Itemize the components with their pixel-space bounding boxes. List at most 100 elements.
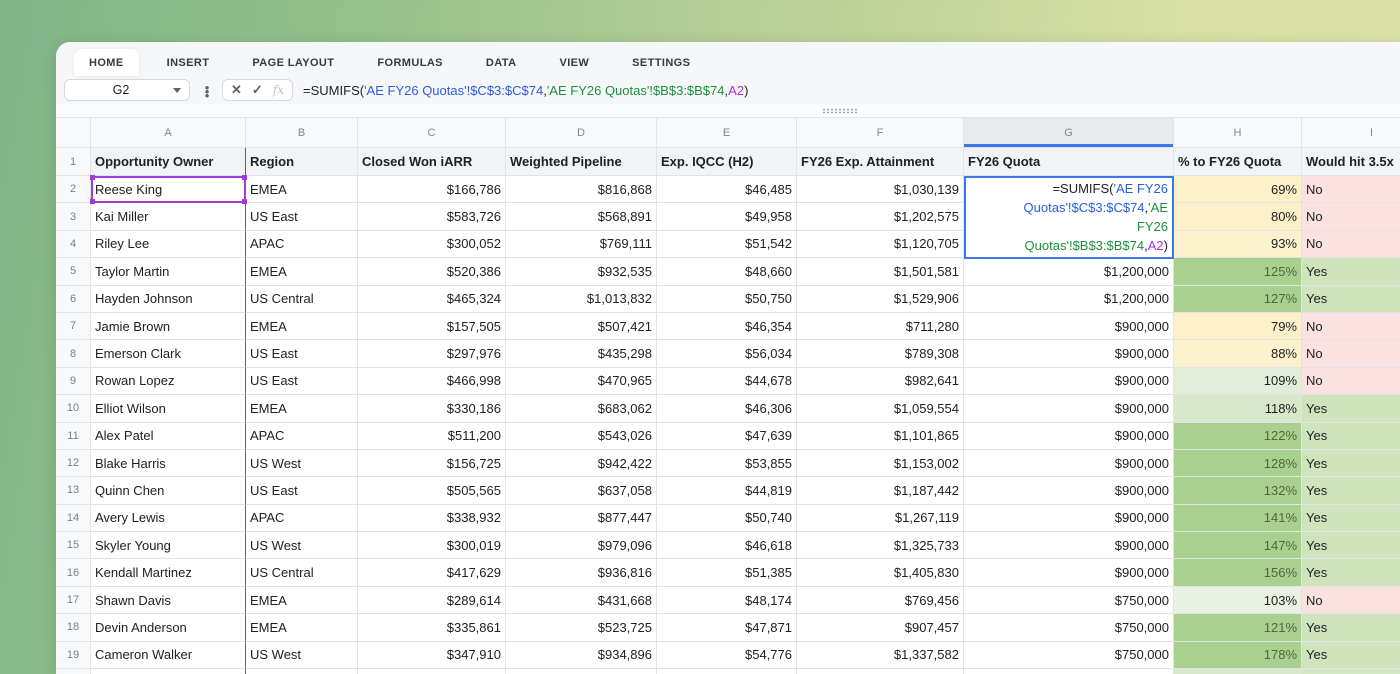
column-header-f[interactable]: F [797,118,964,148]
cell-d19[interactable]: $934,896 [506,642,657,669]
cell-a6[interactable]: Hayden Johnson [91,286,246,313]
cell-d18[interactable]: $523,725 [506,614,657,641]
ribbon-tab-page-layout[interactable]: PAGE LAYOUT [237,49,349,76]
cell-d3[interactable]: $568,891 [506,203,657,230]
row-header-15[interactable]: 15 [56,532,91,559]
cell-c2[interactable]: $166,786 [358,176,506,203]
cell-a7[interactable]: Jamie Brown [91,313,246,340]
cell-f6[interactable]: $1,529,906 [797,286,964,313]
cell-d14[interactable]: $877,447 [506,505,657,532]
cell-h16[interactable]: 156% [1174,559,1302,586]
cell-e9[interactable]: $44,678 [657,368,797,395]
cell-f2[interactable]: $1,030,139 [797,176,964,203]
cell-f8[interactable]: $789,308 [797,340,964,367]
row-header-blank[interactable] [56,669,91,674]
cell-b7[interactable]: EMEA [246,313,358,340]
cell-i10[interactable]: Yes [1302,395,1400,422]
column-header-c[interactable]: C [358,118,506,148]
cell-a4[interactable]: Riley Lee [91,231,246,258]
cell-h6[interactable]: 127% [1174,286,1302,313]
cell-a16[interactable]: Kendall Martinez [91,559,246,586]
row-header-14[interactable]: 14 [56,505,91,532]
cell-c3[interactable]: $583,726 [358,203,506,230]
cell-i8[interactable]: No [1302,340,1400,367]
cell-a10[interactable]: Elliot Wilson [91,395,246,422]
cell-h10[interactable]: 118% [1174,395,1302,422]
cell-i12[interactable]: Yes [1302,450,1400,477]
cell-g17[interactable]: $750,000 [964,587,1174,614]
row-header-1[interactable]: 1 [56,148,91,176]
cell-e8[interactable]: $56,034 [657,340,797,367]
chevron-down-icon[interactable] [173,88,181,93]
cell-a5[interactable]: Taylor Martin [91,258,246,285]
cell-f18[interactable]: $907,457 [797,614,964,641]
cell-h7[interactable]: 79% [1174,313,1302,340]
header-cell-c1[interactable]: Closed Won iARR [358,148,506,176]
cell-ax[interactable] [91,669,246,674]
cell-a11[interactable]: Alex Patel [91,423,246,450]
ribbon-tab-formulas[interactable]: FORMULAS [362,49,458,76]
cell-f17[interactable]: $769,456 [797,587,964,614]
cell-h15[interactable]: 147% [1174,532,1302,559]
cell-f4[interactable]: $1,120,705 [797,231,964,258]
cell-c8[interactable]: $297,976 [358,340,506,367]
name-box[interactable]: G2 [64,79,190,101]
cell-h12[interactable]: 128% [1174,450,1302,477]
cell-d11[interactable]: $543,026 [506,423,657,450]
column-header-b[interactable]: B [246,118,358,148]
cell-c13[interactable]: $505,565 [358,477,506,504]
confirm-formula-icon[interactable]: ✓ [252,82,263,98]
cell-d10[interactable]: $683,062 [506,395,657,422]
cell-f12[interactable]: $1,153,002 [797,450,964,477]
cell-g18[interactable]: $750,000 [964,614,1174,641]
cell-d5[interactable]: $932,535 [506,258,657,285]
cell-b5[interactable]: EMEA [246,258,358,285]
column-header-e[interactable]: E [657,118,797,148]
cell-d17[interactable]: $431,668 [506,587,657,614]
cell-d6[interactable]: $1,013,832 [506,286,657,313]
column-header-g[interactable]: G [964,118,1174,148]
row-header-5[interactable]: 5 [56,258,91,285]
column-header-d[interactable]: D [506,118,657,148]
cell-c18[interactable]: $335,861 [358,614,506,641]
row-header-13[interactable]: 13 [56,477,91,504]
cell-g13[interactable]: $900,000 [964,477,1174,504]
row-header-12[interactable]: 12 [56,450,91,477]
ribbon-tab-view[interactable]: VIEW [544,49,604,76]
cell-d16[interactable]: $936,816 [506,559,657,586]
cell-c9[interactable]: $466,998 [358,368,506,395]
cell-i6[interactable]: Yes [1302,286,1400,313]
cell-d7[interactable]: $507,421 [506,313,657,340]
cell-f5[interactable]: $1,501,581 [797,258,964,285]
cell-h17[interactable]: 103% [1174,587,1302,614]
header-cell-i1[interactable]: Would hit 3.5x [1302,148,1400,176]
cell-b16[interactable]: US Central [246,559,358,586]
cell-e5[interactable]: $48,660 [657,258,797,285]
cell-a12[interactable]: Blake Harris [91,450,246,477]
cell-i16[interactable]: Yes [1302,559,1400,586]
cell-i3[interactable]: No [1302,203,1400,230]
cell-f14[interactable]: $1,267,119 [797,505,964,532]
drag-handle-icon[interactable] [822,108,858,114]
cell-g16[interactable]: $900,000 [964,559,1174,586]
cell-b4[interactable]: APAC [246,231,358,258]
column-header-a[interactable]: A [91,118,246,148]
cell-i14[interactable]: Yes [1302,505,1400,532]
cancel-formula-icon[interactable]: ✕ [231,82,242,98]
cell-h11[interactable]: 122% [1174,423,1302,450]
cell-g11[interactable]: $900,000 [964,423,1174,450]
cell-e17[interactable]: $48,174 [657,587,797,614]
row-header-16[interactable]: 16 [56,559,91,586]
cell-a3[interactable]: Kai Miller [91,203,246,230]
cell-b18[interactable]: EMEA [246,614,358,641]
cell-e7[interactable]: $46,354 [657,313,797,340]
cell-g14[interactable]: $900,000 [964,505,1174,532]
cell-h13[interactable]: 132% [1174,477,1302,504]
kebab-menu-icon[interactable]: ••• [198,84,216,96]
formula-input[interactable]: =SUMIFS('AE FY26 Quotas'!$C$3:$C$74,'AE … [303,83,1392,98]
cell-b12[interactable]: US West [246,450,358,477]
row-header-3[interactable]: 3 [56,203,91,230]
cell-e4[interactable]: $51,542 [657,231,797,258]
cell-d15[interactable]: $979,096 [506,532,657,559]
cell-b11[interactable]: APAC [246,423,358,450]
